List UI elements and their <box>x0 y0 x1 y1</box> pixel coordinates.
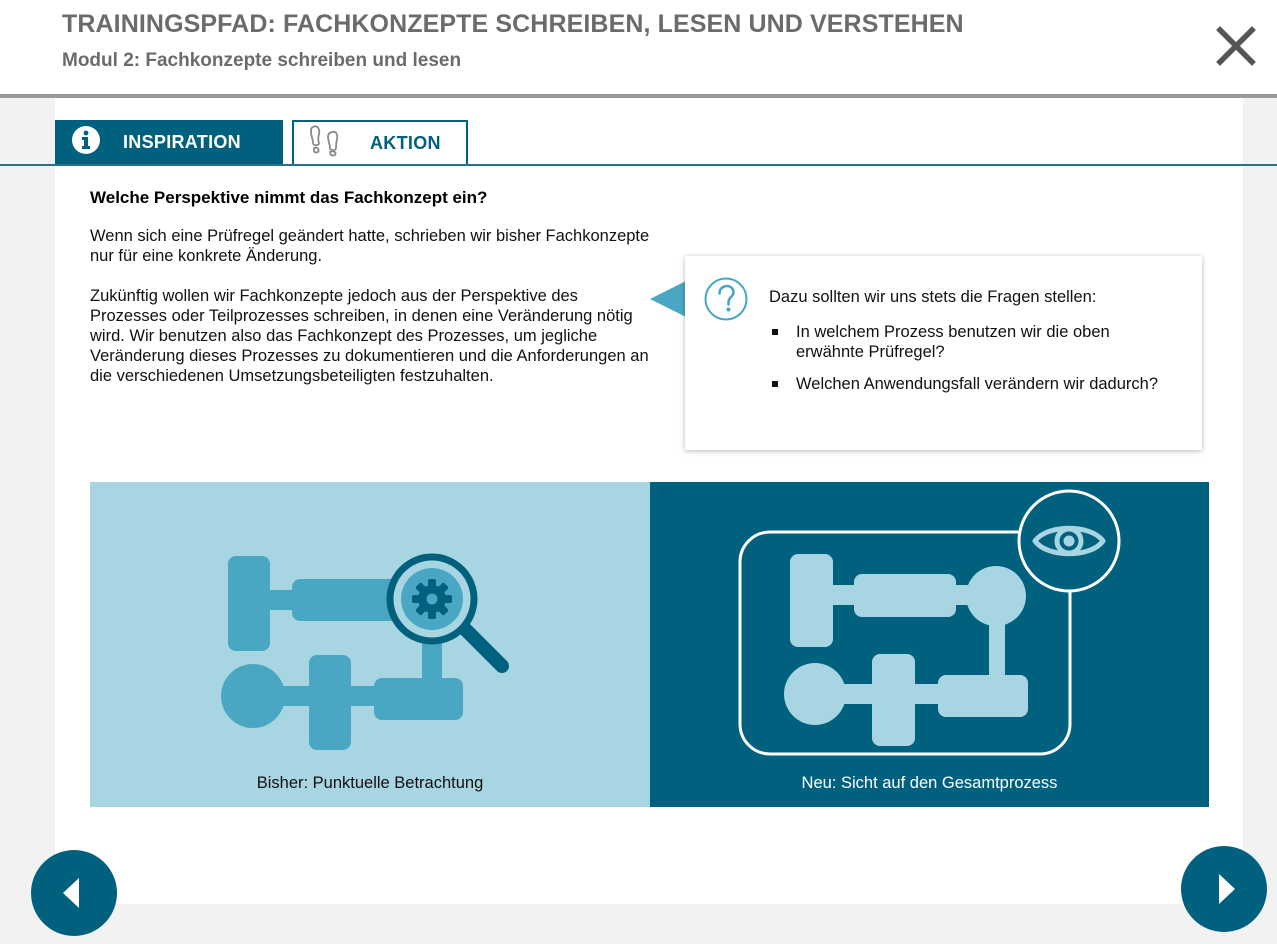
arrow-right-icon <box>1219 874 1235 904</box>
question-callout: Dazu sollten wir uns stets die Fragen st… <box>685 256 1202 450</box>
list-item: In welchem Prozess benutzen wir die oben… <box>769 322 1169 362</box>
callout-pointer <box>650 281 686 317</box>
arrow-left-icon <box>63 878 79 908</box>
question-icon <box>703 276 749 327</box>
body-paragraph: Zukünftig wollen wir Fachkonzepte jedoch… <box>90 287 649 385</box>
tab-aktion[interactable]: AKTION <box>292 120 468 164</box>
tab-inspiration[interactable]: INSPIRATION <box>55 120 283 164</box>
tab-aktion-label: AKTION <box>370 132 441 153</box>
info-icon <box>71 125 101 160</box>
callout-intro: Dazu sollten wir uns stets die Fragen st… <box>769 288 1097 306</box>
course-title: TRAININGSPFAD: FACHKONZEPTE SCHREIBEN, L… <box>62 10 964 38</box>
next-button[interactable] <box>1181 846 1267 932</box>
section-heading: Welche Perspektive nimmt das Fachkonzept… <box>90 188 488 207</box>
illustration-after-caption: Neu: Sicht auf den Gesamtprozess <box>801 774 1058 792</box>
list-item: Welchen Anwendungsfall verändern wir dad… <box>769 374 1169 394</box>
illustration-before-caption: Bisher: Punktuelle Betrachtung <box>256 774 484 792</box>
tab-inspiration-label: INSPIRATION <box>123 131 241 152</box>
previous-button[interactable] <box>31 850 117 936</box>
intro-paragraph: Wenn sich eine Prüfregel geändert hatte,… <box>90 227 650 265</box>
illustration-after: Neu: Sicht auf den Gesamtprozess <box>650 482 1209 807</box>
tab-divider <box>0 164 1277 166</box>
illustration-before: Bisher: Punktuelle Betrachtung <box>90 482 650 807</box>
process-magnifier-icon <box>221 553 509 750</box>
process-overview-eye-icon <box>738 489 1121 756</box>
callout-question-list: In welchem Prozess benutzen wir die oben… <box>769 322 1169 406</box>
footprints-icon <box>308 124 340 163</box>
close-icon <box>1216 26 1256 66</box>
module-title: Modul 2: Fachkonzepte schreiben und lese… <box>62 50 462 71</box>
close-button[interactable] <box>1210 20 1262 72</box>
